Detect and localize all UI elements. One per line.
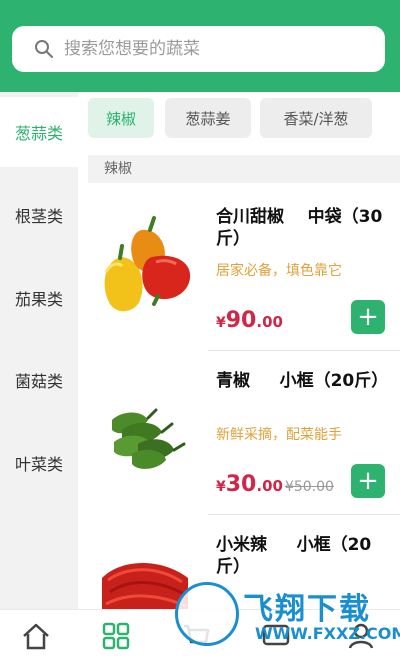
price-integer: 90 bbox=[225, 308, 257, 333]
sidebar-item-label: 葱蒜类 bbox=[14, 124, 63, 143]
price-integer: 30 bbox=[225, 472, 257, 497]
watermark-url: WWW.FXXZ.COM bbox=[255, 624, 400, 643]
sidebar-item-onion-garlic[interactable]: 葱蒜类 bbox=[0, 97, 78, 167]
watermark-logo-icon bbox=[175, 582, 239, 646]
sidebar-item-label: 茄果类 bbox=[14, 290, 63, 309]
original-price: ¥50.00 bbox=[284, 479, 334, 495]
watermark: 飞翔下载 WWW.FXXZ.COM bbox=[175, 582, 400, 652]
tab-label: 辣椒 bbox=[105, 109, 136, 128]
home-icon[interactable] bbox=[20, 620, 52, 652]
add-to-cart-button[interactable]: + bbox=[351, 464, 385, 498]
sidebar-item-mushroom[interactable]: 菌菇类 bbox=[0, 345, 78, 415]
product-price: ¥90.00 bbox=[216, 308, 283, 333]
add-to-cart-button[interactable]: + bbox=[351, 300, 385, 334]
divider bbox=[208, 514, 400, 515]
price-currency: ¥ bbox=[216, 479, 226, 495]
green-pepper-image bbox=[112, 408, 186, 469]
subcategory-tabs: 辣椒 葱蒜姜 香菜/洋葱 bbox=[78, 92, 400, 148]
search-icon bbox=[35, 40, 53, 58]
sidebar-item-label: 菌菇类 bbox=[14, 372, 63, 391]
search-box[interactable] bbox=[12, 26, 385, 72]
tab-label: 香菜/洋葱 bbox=[283, 109, 349, 128]
product-name: 小米辣 小框（20斤） bbox=[216, 535, 372, 577]
category-icon[interactable] bbox=[100, 620, 132, 652]
product-item[interactable]: 青椒 小框（20斤） 新鲜采摘，配菜能手 ¥30.00 ¥50.00 + bbox=[88, 352, 400, 512]
section-title: 辣椒 bbox=[88, 155, 400, 183]
product-desc: 新鲜采摘，配菜能手 bbox=[216, 427, 342, 443]
header-bar bbox=[0, 0, 400, 92]
bell-pepper-image bbox=[104, 216, 191, 312]
divider bbox=[208, 350, 400, 351]
tab-chili[interactable]: 辣椒 bbox=[88, 98, 154, 138]
sidebar-item-solanaceous[interactable]: 茄果类 bbox=[0, 263, 78, 333]
tab-label: 葱蒜姜 bbox=[185, 109, 231, 128]
sidebar-item-leafy[interactable]: 叶菜类 bbox=[0, 428, 78, 498]
price-decimal: .00 bbox=[256, 313, 283, 331]
product-name: 青椒 小框（20斤） bbox=[216, 371, 389, 391]
product-name: 合川甜椒 中袋（30斤） bbox=[216, 207, 383, 249]
product-item[interactable]: 合川甜椒 中袋（30斤） 居家必备，填色靠它 ¥90.00 + bbox=[88, 190, 400, 350]
sidebar-item-root[interactable]: 根茎类 bbox=[0, 180, 78, 250]
price-decimal: .00 bbox=[256, 477, 283, 495]
tab-coriander-onion[interactable]: 香菜/洋葱 bbox=[260, 98, 372, 138]
price-currency: ¥ bbox=[216, 315, 226, 331]
tab-onion-garlic-ginger[interactable]: 葱蒜姜 bbox=[165, 98, 251, 138]
sidebar-item-label: 叶菜类 bbox=[14, 455, 63, 474]
sidebar-item-label: 根茎类 bbox=[14, 207, 63, 226]
product-price: ¥30.00 ¥50.00 bbox=[216, 472, 334, 497]
search-input[interactable] bbox=[62, 38, 366, 60]
category-sidebar: 葱蒜类 根茎类 茄果类 菌菇类 叶菜类 bbox=[0, 92, 78, 609]
watermark-title: 飞翔下载 bbox=[243, 592, 371, 627]
product-desc: 居家必备，填色靠它 bbox=[216, 263, 342, 279]
